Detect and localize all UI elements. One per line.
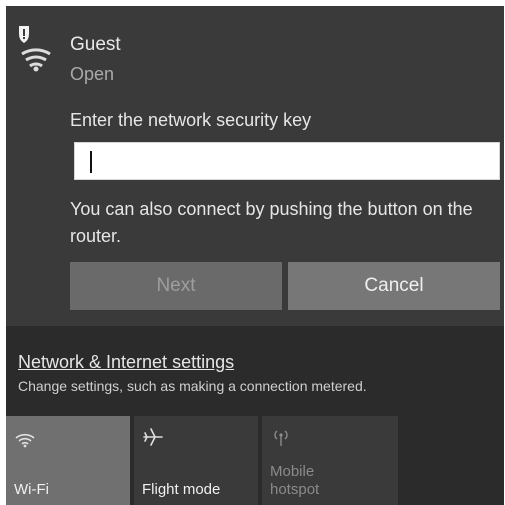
flight-mode-tile[interactable]: Flight mode	[134, 416, 258, 505]
next-button[interactable]: Next	[70, 262, 282, 310]
text-caret	[90, 151, 92, 173]
wps-hint-text: You can also connect by pushing the butt…	[70, 199, 473, 246]
airplane-icon	[142, 426, 164, 448]
wifi-secured-icon	[16, 24, 56, 72]
cancel-button[interactable]: Cancel	[288, 262, 500, 310]
mobile-hotspot-tile[interactable]: Mobile hotspot	[262, 416, 398, 505]
security-key-label: Enter the network security key	[70, 110, 312, 130]
security-key-field[interactable]	[74, 142, 500, 180]
network-flyout: Guest Open Enter the network security ke…	[6, 6, 504, 505]
network-settings-description: Change settings, such as making a connec…	[18, 378, 367, 394]
hotspot-icon	[270, 426, 292, 448]
mobile-hotspot-tile-label: Mobile hotspot	[270, 463, 320, 498]
wifi-icon	[14, 426, 36, 448]
settings-section: Network & Internet settings Change setti…	[6, 326, 504, 505]
wifi-tile-label: Wi-Fi	[14, 481, 49, 498]
network-name: Guest	[70, 34, 121, 55]
network-status: Open	[70, 64, 115, 84]
security-key-input[interactable]	[75, 143, 499, 179]
network-settings-link[interactable]: Network & Internet settings	[18, 352, 234, 373]
wifi-toggle-tile[interactable]: Wi-Fi	[6, 416, 130, 505]
flight-mode-tile-label: Flight mode	[142, 481, 221, 498]
